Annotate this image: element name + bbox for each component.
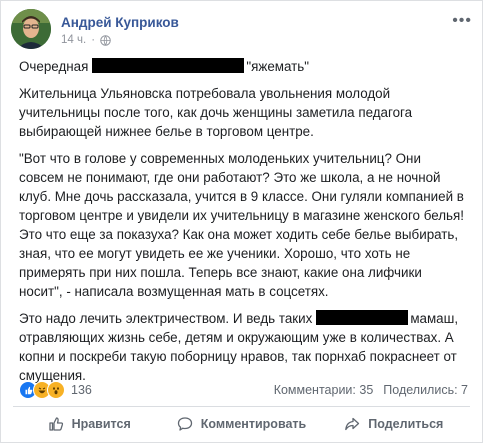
shares-count[interactable]: Поделились: 7 [383, 383, 468, 397]
more-options-icon[interactable]: ••• [452, 12, 472, 30]
comment-label: Комментировать [200, 417, 307, 431]
meta-separator: · [91, 34, 96, 46]
post-paragraph-1: Очередная "яжемать" [19, 57, 468, 76]
reaction-icons[interactable] [19, 381, 65, 399]
paragraph-1-quote: "яжемать" [246, 59, 309, 74]
reaction-count[interactable]: 136 [71, 383, 92, 397]
post-body: Очередная "яжемать" Жительница Ульяновска… [19, 57, 468, 393]
engagement-stats: Комментарии: 35 Поделились: 7 [274, 383, 468, 397]
actions-divider [13, 406, 470, 407]
like-label: Нравится [71, 417, 131, 431]
post-paragraph-3: "Вот что в голове у современных молодень… [19, 151, 465, 299]
redaction-block [92, 58, 245, 73]
speech-bubble-icon [177, 417, 192, 431]
comment-button[interactable]: Комментировать [165, 410, 317, 438]
post-header: Андрей Куприков 14 ч. · ••• [11, 9, 472, 53]
paragraph-1-text: Очередная [19, 59, 89, 74]
post-paragraph-4: Это надо лечить электричеством. И ведь т… [19, 309, 468, 385]
author-avatar[interactable] [11, 9, 51, 49]
post-paragraph-2: Жительница Ульяновска потребовала увольн… [19, 86, 413, 139]
post-meta: 14 ч. · [61, 34, 111, 46]
redaction-block [316, 310, 409, 325]
reactions-bar: 136 Комментарии: 35 Поделились: 7 [19, 379, 468, 401]
share-label: Поделиться [368, 417, 444, 431]
share-button[interactable]: Поделиться [318, 410, 470, 438]
paragraph-4-text: Это надо лечить электричеством. И ведь т… [19, 311, 313, 326]
thumbs-up-icon [48, 417, 63, 431]
like-button[interactable]: Нравится [13, 410, 165, 438]
share-arrow-icon [345, 417, 360, 431]
wow-reaction-icon[interactable] [47, 381, 65, 399]
globe-icon[interactable] [100, 34, 111, 46]
post-time[interactable]: 14 ч. [61, 34, 86, 46]
post-actions: Нравится Комментировать Поделиться [13, 410, 470, 438]
comments-count[interactable]: Комментарии: 35 [274, 383, 374, 397]
facebook-post: Андрей Куприков 14 ч. · ••• Очередная "яж… [0, 0, 483, 443]
author-name[interactable]: Андрей Куприков [61, 15, 179, 30]
